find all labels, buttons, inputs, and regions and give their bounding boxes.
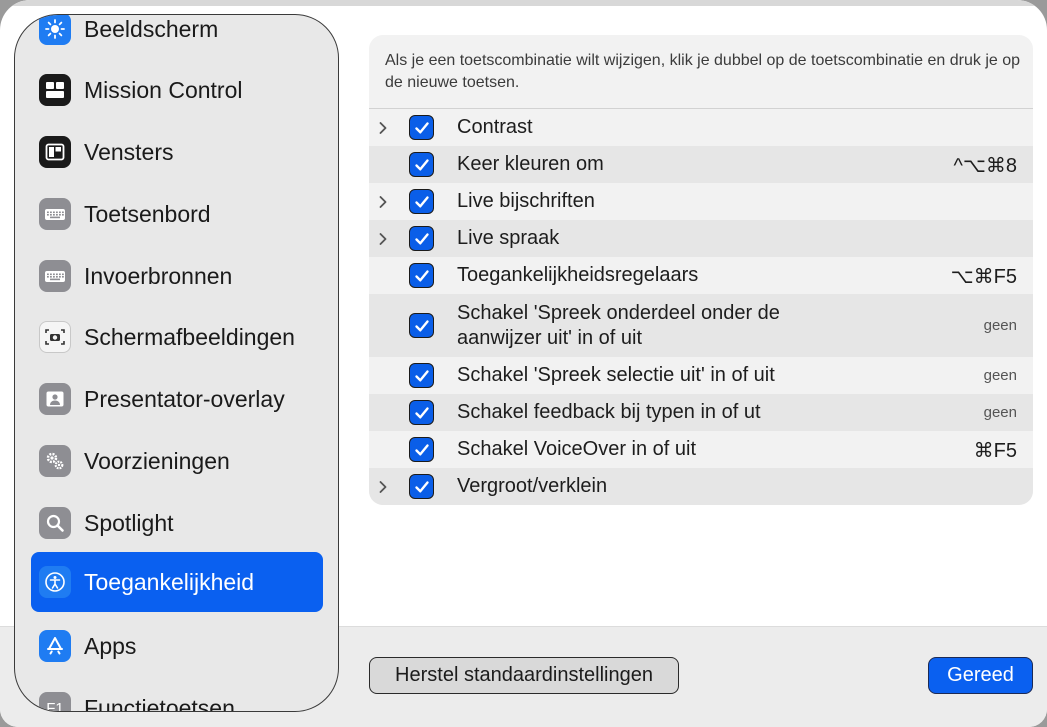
enable-checkbox[interactable] <box>409 437 434 462</box>
shortcut-row[interactable]: Vergroot/verklein <box>369 468 1033 505</box>
done-button[interactable]: Gereed <box>928 657 1033 694</box>
sidebar-item-label: Toetsenbord <box>84 200 211 227</box>
icon-text: F1 <box>46 699 64 712</box>
chevron-right-icon[interactable] <box>376 195 390 209</box>
shortcut-keys[interactable]: geen <box>984 367 1017 384</box>
enable-checkbox[interactable] <box>409 189 434 214</box>
shortcut-row[interactable]: Schakel 'Spreek selectie uit' in of uit g… <box>369 357 1033 394</box>
enable-checkbox[interactable] <box>409 474 434 499</box>
sidebar-item-label: Voorzieningen <box>84 447 230 474</box>
sidebar-item-label: Schermafbeeldingen <box>84 323 295 350</box>
shortcut-keys[interactable]: ⌘F5 <box>974 438 1017 463</box>
shortcut-row[interactable]: Live spraak <box>369 220 1033 257</box>
shortcut-label: Vergroot/verklein <box>457 475 608 497</box>
shortcut-row[interactable]: Schakel VoiceOver in of uit ⌘F5 <box>369 431 1033 468</box>
function-keys-icon: F1 <box>39 692 71 712</box>
shortcut-keys[interactable]: geen <box>984 317 1017 334</box>
checkmark-icon <box>414 443 430 457</box>
sidebar-item-functietoetsen[interactable]: F1 Functietoetsen <box>31 678 323 712</box>
shortcut-row[interactable]: Schakel 'Spreek onderdeel onder de aanwij… <box>369 294 1033 357</box>
enable-checkbox[interactable] <box>409 152 434 177</box>
shortcut-label: Contrast <box>457 116 533 138</box>
shortcut-row[interactable]: Toegankelijkheidsregelaars ⌥⌘F5 <box>369 257 1033 294</box>
shortcuts-panel: Als je een toetscombinatie wilt wijzigen… <box>369 35 1033 505</box>
shortcut-label: Toegankelijkheidsregelaars <box>457 264 699 286</box>
chevron-right-icon[interactable] <box>376 232 390 246</box>
input-sources-icon <box>39 260 71 292</box>
display-icon <box>39 15 71 45</box>
spotlight-icon <box>39 507 71 539</box>
windows-icon <box>39 136 71 168</box>
shortcut-label: Schakel VoiceOver in of uit <box>457 438 697 460</box>
window-top-edge <box>0 0 1047 6</box>
shortcut-row[interactable]: Schakel feedback bij typen in of ut geen <box>369 394 1033 431</box>
apps-icon <box>39 630 71 662</box>
shortcut-row[interactable]: Contrast <box>369 109 1033 146</box>
checkmark-icon <box>414 269 430 283</box>
shortcut-keys[interactable]: ^⌥⌘8 <box>953 153 1017 178</box>
sidebar-item-label: Functietoetsen <box>84 694 235 712</box>
chevron-right-icon[interactable] <box>376 480 390 494</box>
sidebar-item-voorzieningen[interactable]: Voorzieningen <box>31 431 323 491</box>
shortcut-label: Keer kleuren om <box>457 153 604 175</box>
enable-checkbox[interactable] <box>409 263 434 288</box>
services-icon <box>39 445 71 477</box>
restore-defaults-button[interactable]: Herstel standaardinstellingen <box>369 657 679 694</box>
sidebar-item-label: Vensters <box>84 138 174 165</box>
shortcut-label: Live bijschriften <box>457 190 595 212</box>
checkmark-icon <box>414 319 430 333</box>
sidebar-item-beeldscherm[interactable]: Beeldscherm <box>31 15 323 59</box>
chevron-right-icon[interactable] <box>376 121 390 135</box>
screenshot-icon <box>39 321 71 353</box>
sidebar-item-label: Toegankelijkheid <box>84 568 255 595</box>
shortcut-label: Schakel 'Spreek selectie uit' in of uit <box>457 364 775 386</box>
enable-checkbox[interactable] <box>409 400 434 425</box>
enable-checkbox[interactable] <box>409 115 434 140</box>
shortcut-label: Live spraak <box>457 227 560 249</box>
shortcut-label: Schakel 'Spreek onderdeel onder de aanwij… <box>457 301 780 351</box>
shortcut-label: Schakel feedback bij typen in of ut <box>457 401 761 423</box>
sidebar-item-toegankelijkheid[interactable]: Toegankelijkheid <box>31 552 323 612</box>
sidebar-item-presentator-overlay[interactable]: Presentator-overlay <box>31 369 323 429</box>
keyboard-icon <box>39 198 71 230</box>
checkmark-icon <box>414 480 430 494</box>
checkmark-icon <box>414 406 430 420</box>
sidebar-item-label: Apps <box>84 632 137 659</box>
checkmark-icon <box>414 195 430 209</box>
sidebar-item-mission-control[interactable]: Mission Control <box>31 60 323 120</box>
keyboard-shortcuts-dialog: Beeldscherm Mission Control Vensters Toetse… <box>0 0 1047 727</box>
sidebar-item-label: Presentator-overlay <box>84 385 285 412</box>
shortcut-row[interactable]: Live bijschriften <box>369 183 1033 220</box>
enable-checkbox[interactable] <box>409 313 434 338</box>
shortcut-label-line: aanwijzer uit' in of uit <box>457 327 643 349</box>
instruction-text: Als je een toetscombinatie wilt wijzigen… <box>385 52 1021 91</box>
sidebar-item-label: Beeldscherm <box>84 15 219 42</box>
sidebar-item-label: Mission Control <box>84 76 243 103</box>
enable-checkbox[interactable] <box>409 226 434 251</box>
mission-control-icon <box>39 74 71 106</box>
sidebar-item-toetsenbord[interactable]: Toetsenbord <box>31 184 323 244</box>
shortcuts-sidebar[interactable]: Beeldscherm Mission Control Vensters Toetse… <box>14 14 339 712</box>
accessibility-icon <box>39 566 71 598</box>
checkmark-icon <box>414 158 430 172</box>
checkmark-icon <box>414 232 430 246</box>
shortcut-row[interactable]: Keer kleuren om ^⌥⌘8 <box>369 146 1033 183</box>
presenter-overlay-icon <box>39 383 71 415</box>
checkmark-icon <box>414 369 430 383</box>
sidebar-item-spotlight[interactable]: Spotlight <box>31 493 323 553</box>
enable-checkbox[interactable] <box>409 363 434 388</box>
shortcut-label-line: Schakel 'Spreek onderdeel onder de <box>457 302 780 324</box>
sidebar-item-invoerbronnen[interactable]: Invoerbronnen <box>31 246 323 306</box>
sidebar-item-vensters[interactable]: Vensters <box>31 122 323 182</box>
sidebar-item-label: Invoerbronnen <box>84 262 233 289</box>
sidebar-item-label: Spotlight <box>84 509 174 536</box>
sidebar-item-apps[interactable]: Apps <box>31 616 323 676</box>
shortcut-keys[interactable]: ⌥⌘F5 <box>951 264 1017 289</box>
shortcut-keys[interactable]: geen <box>984 404 1017 421</box>
sidebar-item-schermafbeeldingen[interactable]: Schermafbeeldingen <box>31 307 323 367</box>
checkmark-icon <box>414 121 430 135</box>
